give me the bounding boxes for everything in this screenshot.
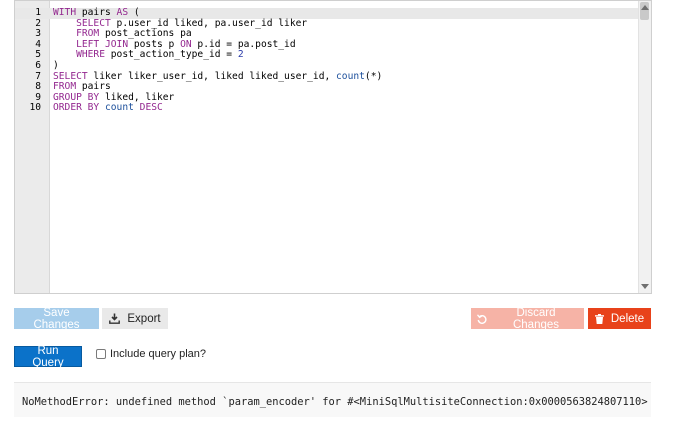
code-token: ( <box>128 7 140 18</box>
run-query-label: Run Query <box>32 344 64 369</box>
code-token: post_actions pa <box>99 28 192 40</box>
scroll-up-arrow-icon[interactable] <box>641 5 649 10</box>
line-number: 10 <box>29 102 41 114</box>
code-token: DESC <box>139 102 163 114</box>
error-message: NoMethodError: undefined method `param_e… <box>22 396 648 408</box>
code-token: p.id = pa.post_id <box>191 38 296 50</box>
discard-changes-button[interactable]: Discard Changes <box>471 306 584 331</box>
code-line[interactable]: 5 WHERE post_action_type_id = 2 <box>15 50 638 61</box>
save-changes-button[interactable]: Save Changes <box>14 306 99 331</box>
sql-editor[interactable]: 1 WITH pairs AS (2 SELECT p.user_id liked… <box>14 0 652 294</box>
editor-scrollbar[interactable] <box>638 1 651 293</box>
code-token: p.user_id liked, pa.user_id liker <box>110 17 308 29</box>
code-lines[interactable]: 1 WITH pairs AS (2 SELECT p.user_id liked… <box>15 7 638 114</box>
code-token: FROM <box>53 81 77 93</box>
code-token: 2 <box>237 49 244 61</box>
code-token: posts p <box>128 38 181 50</box>
code-token: ON <box>180 38 192 50</box>
delete-label: Delete <box>610 312 645 325</box>
code-token: count <box>105 102 134 114</box>
save-changes-label: Save Changes <box>33 306 80 331</box>
code-token: LEFT JOIN <box>76 38 129 50</box>
code-token: WITH <box>53 7 77 18</box>
scroll-down-arrow-icon[interactable] <box>641 284 649 289</box>
code-token: (*) <box>364 70 383 82</box>
code-token: pairs <box>76 81 111 93</box>
delete-button[interactable]: Delete <box>588 308 651 329</box>
code-text: ORDER BY count DESC <box>53 103 163 114</box>
code-token: post_action_type_id = <box>105 49 238 61</box>
undo-icon <box>477 313 487 324</box>
code-token: liked, liker <box>99 91 175 103</box>
code-token: SELECT <box>53 70 88 82</box>
code-line[interactable]: 10 ORDER BY count DESC <box>15 103 638 114</box>
code-token: ) <box>53 59 59 71</box>
code-token: SELECT <box>76 17 111 29</box>
code-token: GROUP BY <box>53 91 100 103</box>
export-label: Export <box>127 312 161 325</box>
include-query-plan-label: Include query plan? <box>110 348 207 360</box>
code-token: pairs <box>76 7 117 18</box>
code-token: ORDER BY <box>53 102 100 114</box>
error-output: NoMethodError: undefined method `param_e… <box>14 382 651 417</box>
code-token: liker liker_user_id, liked liked_user_id… <box>87 70 337 82</box>
code-token: FROM <box>76 28 100 40</box>
trash-icon <box>594 313 604 324</box>
download-icon <box>109 313 121 324</box>
include-query-plan-option[interactable]: Include query plan? <box>96 348 206 360</box>
code-text: WHERE post_action_type_id = 2 <box>53 50 244 61</box>
line-number: 6 <box>35 59 41 71</box>
run-query-button[interactable]: Run Query <box>14 344 82 369</box>
export-button[interactable]: Export <box>102 308 168 329</box>
discard-changes-label: Discard Changes <box>512 306 560 331</box>
code-token: WHERE <box>76 49 105 61</box>
code-token: count <box>336 70 365 82</box>
include-query-plan-checkbox[interactable] <box>96 349 106 359</box>
code-token: AS <box>116 7 129 18</box>
line-number: 1 <box>35 7 41 18</box>
